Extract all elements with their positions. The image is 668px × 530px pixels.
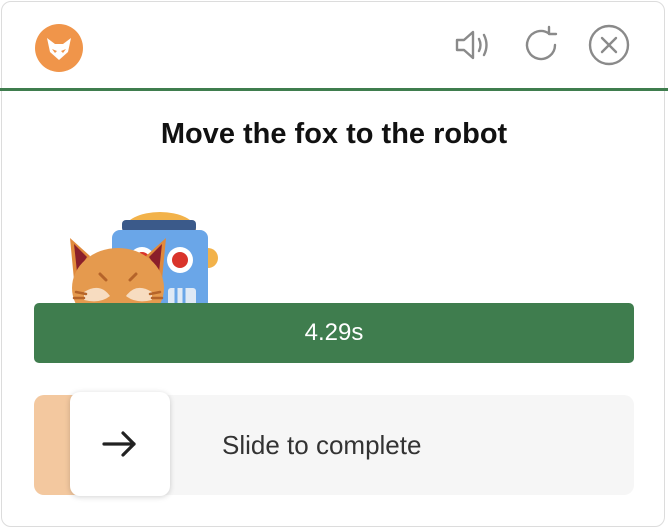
header-divider: [0, 88, 668, 91]
challenge-title: Move the fox to the robot: [160, 118, 508, 150]
arrow-right-icon: [102, 431, 136, 457]
puzzle-scene: [60, 200, 240, 304]
refresh-icon[interactable]: [518, 22, 564, 68]
slider-label: Slide to complete: [222, 429, 422, 460]
timer-label: 4.29s: [304, 319, 364, 346]
speaker-icon[interactable]: [450, 22, 496, 68]
slider-handle[interactable]: [70, 392, 170, 496]
close-icon[interactable]: [586, 22, 632, 68]
fox-logo-icon: [35, 24, 83, 72]
timer-bar: 4.29s: [34, 303, 634, 363]
